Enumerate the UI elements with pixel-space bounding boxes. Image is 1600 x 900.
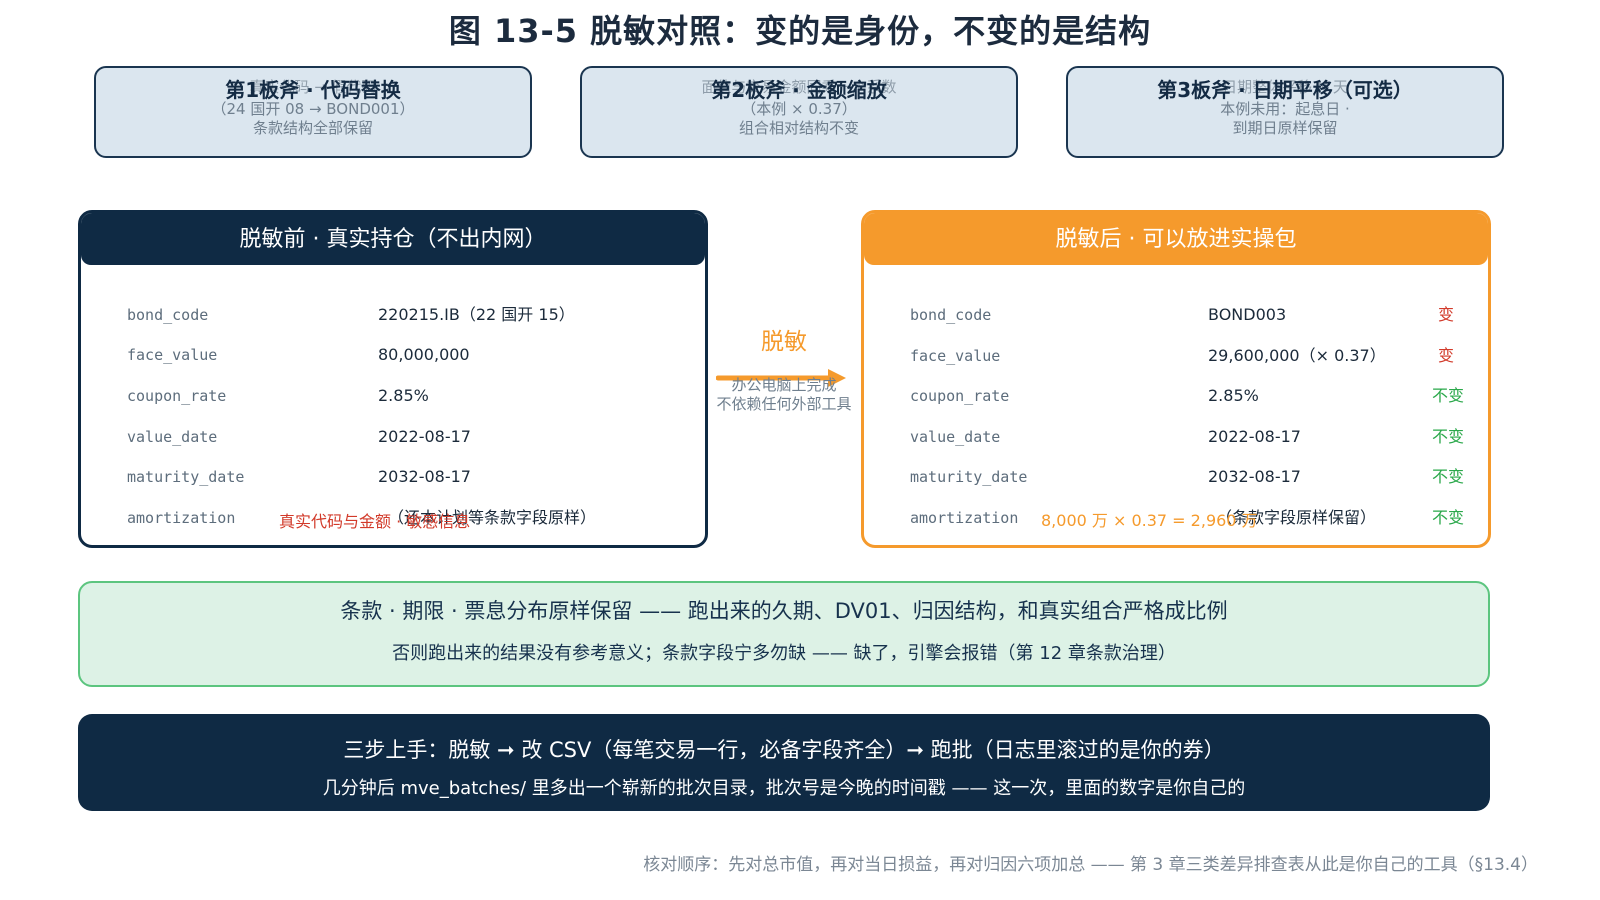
axe-2-line3: 组合相对结构不变 <box>738 119 859 137</box>
after-panel: 脱敏后 · 可以放进实操包 bond_code BOND003 变 face_v… <box>861 210 1491 548</box>
before-key-bond-code: bond_code <box>127 306 209 324</box>
before-val-coupon-rate: 2.85% <box>378 386 429 405</box>
after-val-value-date: 2022-08-17 <box>1208 427 1301 446</box>
after-val-face-value: 29,600,000（× 0.37） <box>1208 346 1386 365</box>
after-overlay-calc: 8,000 万 × 0.37 = 2,960 万 <box>1041 511 1258 530</box>
after-key-face-value: face_value <box>910 347 1001 365</box>
after-val-bond-code: BOND003 <box>1208 305 1287 324</box>
axe-box-1: 真实代码 → 假代码 第1板斧 · 代码替换 （24 国开 08 → BOND0… <box>94 66 532 158</box>
after-key-value-date: value_date <box>910 428 1001 446</box>
before-panel: 脱敏前 · 真实持仓（不出内网） bond_code 220215.IB（22 … <box>78 210 708 548</box>
three-steps-banner: 三步上手：脱敏 ➞ 改 CSV（每笔交易一行，必备字段齐全）➞ 跑批（日志里滚过… <box>78 714 1490 811</box>
before-key-value-date: value_date <box>127 428 218 446</box>
after-tag-coupon-rate: 不变 <box>1431 386 1464 405</box>
navy-line-1: 三步上手：脱敏 ➞ 改 CSV（每笔交易一行，必备字段齐全）➞ 跑批（日志里滚过… <box>343 738 1225 762</box>
green-line-2: 否则跑出来的结果没有参考意义；条款字段宁多勿缺 —— 缺了，引擎会报错（第 12… <box>392 643 1176 664</box>
before-val-bond-code: 220215.IB（22 国开 15） <box>378 305 575 324</box>
after-key-coupon-rate: coupon_rate <box>910 387 1010 405</box>
footer-note: 核对顺序：先对总市值，再对当日损益，再对归因六项加总 —— 第 3 章三类差异排… <box>643 855 1538 875</box>
after-tag-face-value: 变 <box>1437 346 1454 365</box>
desensitize-sub1: 办公电脑上完成 <box>731 376 837 394</box>
after-header: 脱敏后 · 可以放进实操包 <box>864 213 1488 265</box>
axe-2-heading: 第2板斧 · 金额缩放 <box>711 78 887 102</box>
before-key-maturity-date: maturity_date <box>127 468 245 486</box>
axe-1-heading: 第1板斧 · 代码替换 <box>225 78 401 102</box>
after-tag-maturity-date: 不变 <box>1431 467 1464 486</box>
before-val-maturity-date: 2032-08-17 <box>378 467 471 486</box>
before-val-value-date: 2022-08-17 <box>378 427 471 446</box>
before-val-face-value: 80,000,000 <box>378 345 470 364</box>
desensitize-label: 脱敏 <box>761 329 807 355</box>
axe-box-2: 面值与交易金额同乘一个系数 第2板斧 · 金额缩放 （本例 × 0.37） 组合… <box>580 66 1018 158</box>
axe-3-heading: 第3板斧 · 日期平移（可选） <box>1157 78 1413 102</box>
green-line-1: 条款 · 期限 · 票息分布原样保留 —— 跑出来的久期、DV01、归因结构，和… <box>340 599 1228 623</box>
axe-1-line3: 条款结构全部保留 <box>252 119 373 137</box>
after-val-coupon-rate: 2.85% <box>1208 386 1259 405</box>
before-header: 脱敏前 · 真实持仓（不出内网） <box>81 213 705 265</box>
after-key-bond-code: bond_code <box>910 306 992 324</box>
axe-box-3: 日期整体平移 N 天 第3板斧 · 日期平移（可选） 本例未用：起息日 · 到期… <box>1066 66 1504 158</box>
axe-3-line3: 到期日原样保留 <box>1232 119 1338 137</box>
after-key-maturity-date: maturity_date <box>910 468 1028 486</box>
before-key-coupon-rate: coupon_rate <box>127 387 227 405</box>
after-tag-amortization: 不变 <box>1431 508 1464 527</box>
before-overlay-note: 真实代码与金额 · 敏感信息 <box>279 512 471 531</box>
before-key-amortization: amortization <box>127 509 236 527</box>
desensitize-sub2: 不依赖任何外部工具 <box>716 395 852 413</box>
figure-title: 图 13-5 脱敏对照：变的是身份，不变的是结构 <box>448 12 1152 50</box>
navy-line-2: 几分钟后 mve_batches/ 里多出一个崭新的批次目录，批次号是今晚的时间… <box>322 778 1246 799</box>
structure-preserved-note: 条款 · 期限 · 票息分布原样保留 —— 跑出来的久期、DV01、归因结构，和… <box>78 581 1490 687</box>
before-key-face-value: face_value <box>127 346 218 364</box>
after-val-maturity-date: 2032-08-17 <box>1208 467 1301 486</box>
after-tag-value-date: 不变 <box>1431 427 1464 446</box>
after-tag-bond-code: 变 <box>1437 305 1454 324</box>
after-key-amortization: amortization <box>910 509 1019 527</box>
